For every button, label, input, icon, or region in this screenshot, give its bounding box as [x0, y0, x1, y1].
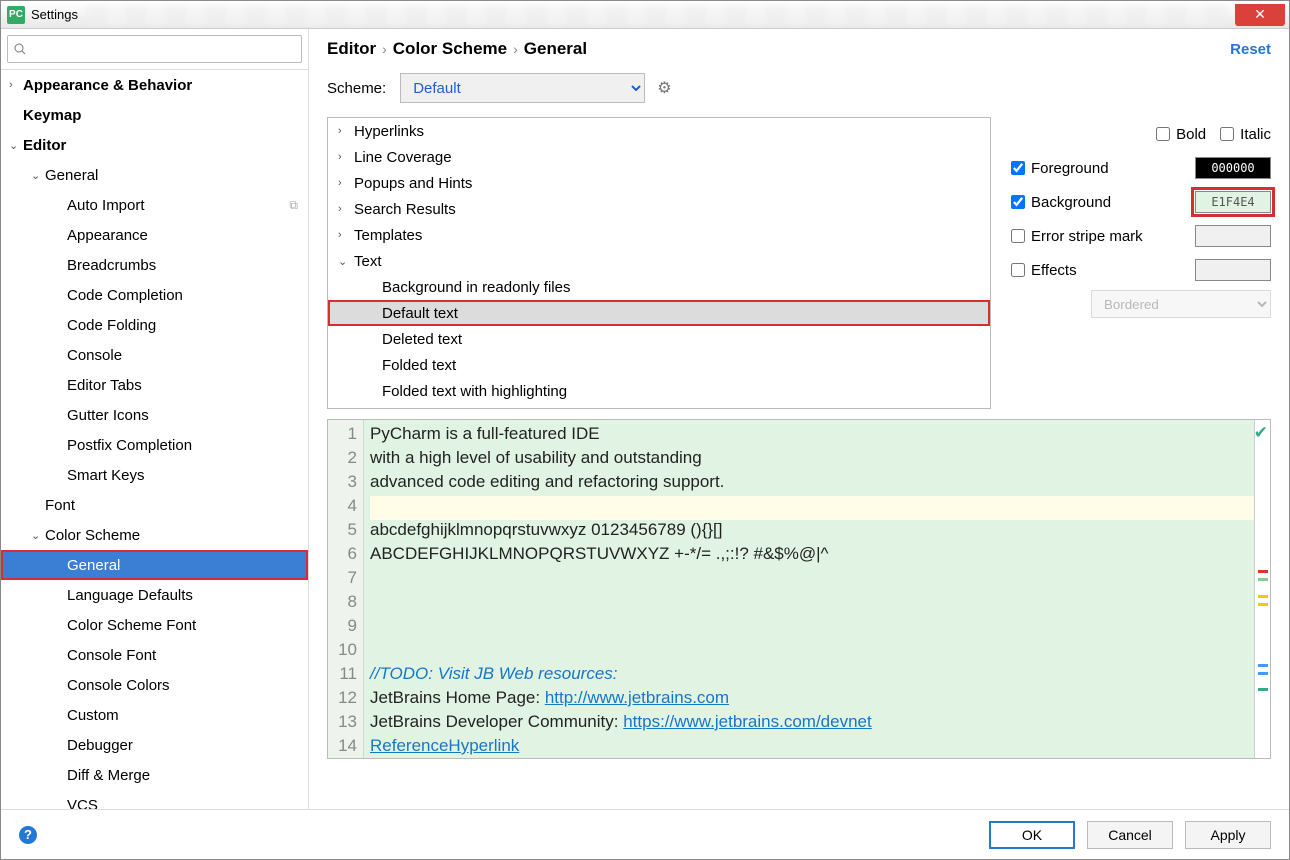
foreground-swatch[interactable]: 000000 [1195, 157, 1271, 179]
chevron-right-icon: › [513, 41, 518, 57]
check-icon: ✔ [1254, 423, 1268, 443]
sidebar-item-general[interactable]: General [1, 550, 308, 580]
sidebar-item-appearance-behavior[interactable]: ›Appearance & Behavior [1, 70, 308, 100]
sidebar-item-appearance[interactable]: Appearance [1, 220, 308, 250]
sidebar-item-debugger[interactable]: Debugger [1, 730, 308, 760]
preview-pane: 1234567891011121314 PyCharm is a full-fe… [327, 419, 1271, 759]
sidebar-item-console-font[interactable]: Console Font [1, 640, 308, 670]
sidebar-item-diff-merge[interactable]: Diff & Merge [1, 760, 308, 790]
attr-folded-text[interactable]: Folded text [328, 352, 990, 378]
attr-hyperlinks[interactable]: ›Hyperlinks [328, 118, 990, 144]
sidebar-item-editor[interactable]: ⌄Editor [1, 130, 308, 160]
attr-popups-and-hints[interactable]: ›Popups and Hints [328, 170, 990, 196]
attr-text[interactable]: ⌄Text [328, 248, 990, 274]
settings-sidebar: ›Appearance & BehaviorKeymap⌄Editor⌄Gene… [1, 29, 309, 809]
code-preview: PyCharm is a full-featured IDEwith a hig… [364, 420, 1254, 758]
scheme-label: Scheme: [327, 80, 386, 97]
ok-button[interactable]: OK [989, 821, 1075, 849]
title-bar: PC Settings ✕ [1, 1, 1289, 29]
breadcrumb-editor[interactable]: Editor [327, 39, 376, 59]
bold-checkbox[interactable]: Bold [1156, 126, 1206, 143]
sidebar-item-keymap[interactable]: Keymap [1, 100, 308, 130]
background-swatch[interactable]: E1F4E4 [1195, 191, 1271, 213]
sidebar-item-console-colors[interactable]: Console Colors [1, 670, 308, 700]
attr-folded-text-with-highlighting[interactable]: Folded text with highlighting [328, 378, 990, 404]
help-icon[interactable]: ? [19, 826, 37, 844]
attr-search-results[interactable]: ›Search Results [328, 196, 990, 222]
chevron-right-icon: › [382, 41, 387, 57]
italic-checkbox[interactable]: Italic [1220, 126, 1271, 143]
sidebar-item-general[interactable]: ⌄General [1, 160, 308, 190]
attr-deleted-text[interactable]: Deleted text [328, 326, 990, 352]
cancel-button[interactable]: Cancel [1087, 821, 1173, 849]
sidebar-item-font[interactable]: Font [1, 490, 308, 520]
sidebar-item-code-completion[interactable]: Code Completion [1, 280, 308, 310]
effects-checkbox[interactable]: Effects [1011, 262, 1077, 279]
attribute-tree[interactable]: ›Hyperlinks›Line Coverage›Popups and Hin… [327, 117, 991, 409]
sidebar-item-vcs[interactable]: VCS [1, 790, 308, 809]
breadcrumb-general: General [524, 39, 587, 59]
sidebar-item-editor-tabs[interactable]: Editor Tabs [1, 370, 308, 400]
attr-background-in-readonly-files[interactable]: Background in readonly files [328, 274, 990, 300]
sidebar-item-postfix-completion[interactable]: Postfix Completion [1, 430, 308, 460]
attr-line-coverage[interactable]: ›Line Coverage [328, 144, 990, 170]
app-icon: PC [7, 6, 25, 24]
scheme-select[interactable]: Default [400, 73, 645, 103]
settings-tree[interactable]: ›Appearance & BehaviorKeymap⌄Editor⌄Gene… [1, 70, 308, 809]
sidebar-item-breadcrumbs[interactable]: Breadcrumbs [1, 250, 308, 280]
sidebar-item-auto-import[interactable]: Auto Import⧉ [1, 190, 308, 220]
close-button[interactable]: ✕ [1235, 4, 1285, 26]
sidebar-item-gutter-icons[interactable]: Gutter Icons [1, 400, 308, 430]
title-blur [86, 4, 1227, 26]
attr-templates[interactable]: ›Templates [328, 222, 990, 248]
sidebar-item-color-scheme-font[interactable]: Color Scheme Font [1, 610, 308, 640]
reset-link[interactable]: Reset [1230, 41, 1271, 58]
breadcrumb-colorscheme[interactable]: Color Scheme [393, 39, 507, 59]
marker-bar: ✔ [1254, 420, 1270, 758]
gear-icon[interactable]: ⚙ [657, 78, 671, 98]
gutter: 1234567891011121314 [328, 420, 364, 758]
content-pane: Editor › Color Scheme › General Reset Sc… [309, 29, 1289, 809]
sidebar-item-color-scheme[interactable]: ⌄Color Scheme [1, 520, 308, 550]
effects-type-select[interactable]: Bordered [1091, 290, 1271, 318]
attr-default-text[interactable]: Default text [328, 300, 990, 326]
foreground-checkbox[interactable]: Foreground [1011, 160, 1109, 177]
style-options: Bold Italic Foreground 000000 Background… [991, 117, 1271, 409]
sidebar-item-smart-keys[interactable]: Smart Keys [1, 460, 308, 490]
sidebar-item-custom[interactable]: Custom [1, 700, 308, 730]
errorstripe-checkbox[interactable]: Error stripe mark [1011, 228, 1143, 245]
sidebar-item-console[interactable]: Console [1, 340, 308, 370]
search-input[interactable] [7, 35, 302, 63]
copy-icon: ⧉ [289, 198, 298, 213]
apply-button[interactable]: Apply [1185, 821, 1271, 849]
window-title: Settings [31, 7, 78, 22]
errorstripe-swatch[interactable] [1195, 225, 1271, 247]
sidebar-item-language-defaults[interactable]: Language Defaults [1, 580, 308, 610]
effects-swatch[interactable] [1195, 259, 1271, 281]
sidebar-item-code-folding[interactable]: Code Folding [1, 310, 308, 340]
dialog-footer: ? OK Cancel Apply [1, 809, 1289, 859]
background-checkbox[interactable]: Background [1011, 194, 1111, 211]
